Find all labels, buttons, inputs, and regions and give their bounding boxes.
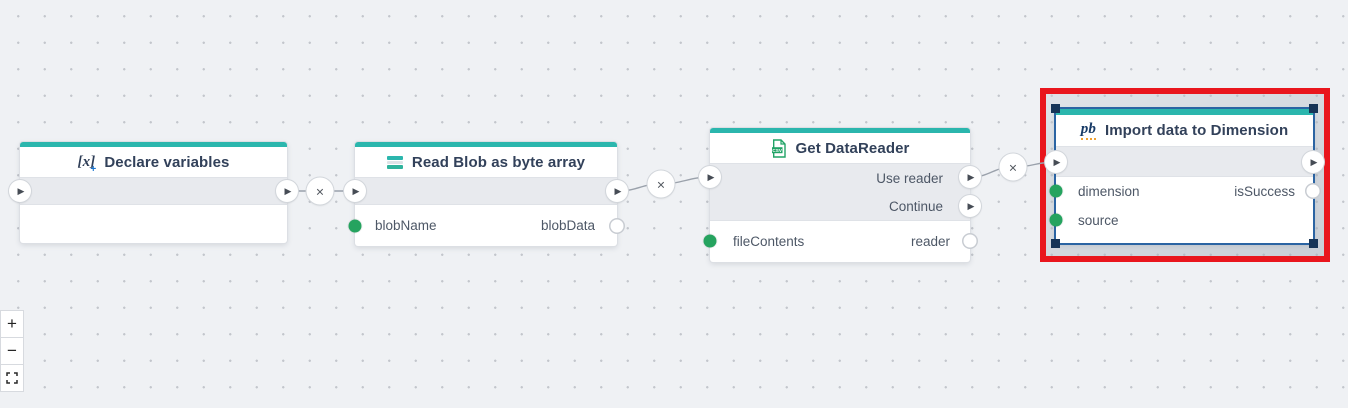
node-title: Read Blob as byte array bbox=[412, 154, 585, 171]
node-title: Declare variables bbox=[104, 154, 229, 171]
exec-in-port[interactable]: ▶ bbox=[9, 180, 31, 202]
remove-connection-button[interactable]: × bbox=[307, 178, 334, 205]
close-icon: × bbox=[1009, 159, 1017, 175]
fit-to-screen-button[interactable] bbox=[0, 364, 24, 392]
input-port-dimension[interactable] bbox=[1050, 185, 1063, 198]
exec-out-port[interactable]: ▶ bbox=[606, 180, 628, 202]
close-icon: × bbox=[316, 183, 324, 199]
blob-icon bbox=[387, 156, 403, 169]
node-title-row: CSV Get DataReader bbox=[710, 133, 970, 163]
exec-rows: Use reader Continue bbox=[710, 163, 970, 221]
csv-file-icon: CSV bbox=[771, 139, 787, 158]
play-icon: ▶ bbox=[615, 186, 622, 197]
io-row: dimension isSuccess bbox=[1056, 177, 1313, 206]
minus-icon: − bbox=[7, 341, 17, 361]
selection-handle-ne[interactable] bbox=[1309, 104, 1318, 113]
play-icon: ▶ bbox=[353, 186, 360, 197]
canvas-zoom-controls: + − bbox=[0, 311, 24, 392]
remove-connection-button[interactable]: × bbox=[648, 171, 675, 198]
node-title: Get DataReader bbox=[796, 140, 910, 157]
io-row: source bbox=[1056, 206, 1313, 235]
node-import-data-to-dimension[interactable]: pb Import data to Dimension dimension is… bbox=[1056, 109, 1313, 243]
plus-icon: + bbox=[7, 314, 17, 334]
exec-output-use-reader: Use reader bbox=[710, 164, 970, 192]
node-declare-variables[interactable]: [x]+ Declare variables bbox=[20, 142, 287, 243]
exec-in-port[interactable]: ▶ bbox=[344, 180, 366, 202]
output-label: reader bbox=[911, 234, 950, 249]
input-port-blobName[interactable] bbox=[349, 220, 362, 233]
exec-out-port-continue[interactable]: ▶ bbox=[959, 195, 981, 217]
exec-out-port[interactable]: ▶ bbox=[276, 180, 298, 202]
workflow-canvas[interactable]: [x]+ Declare variables Read Blob as byte… bbox=[0, 0, 1348, 408]
play-icon: ▶ bbox=[1311, 157, 1318, 168]
node-title-row: Read Blob as byte array bbox=[355, 147, 617, 177]
node-title-row: [x]+ Declare variables bbox=[20, 147, 287, 177]
svg-text:CSV: CSV bbox=[772, 147, 783, 152]
node-title-row: pb Import data to Dimension bbox=[1056, 115, 1313, 146]
node-get-datareader[interactable]: CSV Get DataReader Use reader Continue f… bbox=[710, 128, 970, 262]
input-port-source[interactable] bbox=[1050, 214, 1063, 227]
input-label: blobName bbox=[375, 218, 437, 233]
selection-handle-nw[interactable] bbox=[1051, 104, 1060, 113]
exec-output-continue: Continue bbox=[710, 192, 970, 220]
exec-in-port[interactable]: ▶ bbox=[1045, 151, 1067, 173]
node-title: Import data to Dimension bbox=[1105, 122, 1288, 139]
io-row: blobName blobData bbox=[355, 205, 617, 246]
zoom-out-button[interactable]: − bbox=[0, 337, 24, 365]
play-icon: ▶ bbox=[968, 172, 975, 183]
output-port-reader[interactable] bbox=[964, 235, 977, 248]
input-label: fileContents bbox=[733, 234, 804, 249]
fit-to-screen-icon bbox=[6, 372, 18, 384]
declare-variables-icon: [x]+ bbox=[78, 154, 96, 170]
play-icon: ▶ bbox=[285, 186, 292, 197]
exec-in-port[interactable]: ▶ bbox=[699, 166, 721, 188]
input-port-fileContents[interactable] bbox=[704, 235, 717, 248]
exec-row bbox=[1056, 146, 1313, 177]
play-icon: ▶ bbox=[968, 201, 975, 212]
zoom-in-button[interactable]: + bbox=[0, 310, 24, 338]
play-icon: ▶ bbox=[18, 186, 25, 197]
exec-row bbox=[355, 177, 617, 205]
close-icon: × bbox=[657, 176, 665, 192]
output-port-blobData[interactable] bbox=[611, 220, 624, 233]
play-icon: ▶ bbox=[1054, 157, 1061, 168]
play-icon: ▶ bbox=[708, 172, 715, 183]
remove-connection-button[interactable]: × bbox=[1000, 154, 1027, 181]
input-label: source bbox=[1078, 213, 1119, 228]
exec-out-port[interactable]: ▶ bbox=[1302, 151, 1324, 173]
output-port-isSuccess[interactable] bbox=[1307, 185, 1320, 198]
exec-row bbox=[20, 177, 287, 205]
output-label: blobData bbox=[541, 218, 595, 233]
output-label: isSuccess bbox=[1234, 184, 1295, 199]
io-row: fileContents reader bbox=[710, 221, 970, 262]
selection-handle-sw[interactable] bbox=[1051, 239, 1060, 248]
node-read-blob[interactable]: Read Blob as byte array blobName blobDat… bbox=[355, 142, 617, 246]
pb-logo-icon: pb bbox=[1081, 122, 1096, 140]
exec-out-port-use-reader[interactable]: ▶ bbox=[959, 166, 981, 188]
selection-handle-se[interactable] bbox=[1309, 239, 1318, 248]
input-label: dimension bbox=[1078, 184, 1140, 199]
